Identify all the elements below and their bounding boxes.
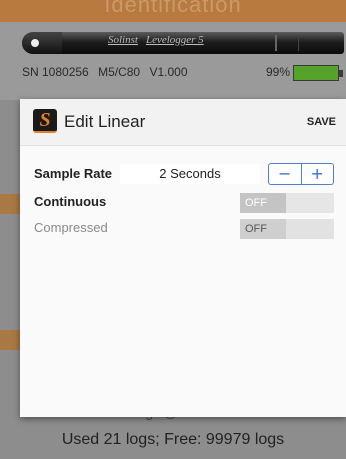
battery-percent: 99%	[266, 65, 291, 79]
battery-icon	[293, 65, 343, 81]
sample-rate-label: Sample Rate	[34, 166, 113, 181]
model-code: M5/C80	[98, 65, 141, 79]
compressed-label: Compressed	[34, 220, 108, 235]
logger-dot	[31, 39, 39, 47]
logger-brand-text: Solinst Levelogger 5	[108, 34, 204, 46]
screen-header: Identification	[0, 0, 346, 22]
continuous-label: Continuous	[34, 194, 107, 209]
screen-title: Identification	[104, 0, 242, 17]
continuous-toggle[interactable]: OFF	[240, 193, 334, 213]
dialog-title: Edit Linear	[64, 112, 146, 131]
compressed-toggle[interactable]: OFF	[240, 219, 334, 239]
log-usage-status: Used 21 logs; Free: 99979 logs	[61, 431, 285, 448]
device-info: SN 1080256 M5/C80 V1.000	[22, 65, 194, 79]
device-panel: Solinst Levelogger 5 SN 1080256 M5/C80 V1…	[0, 22, 346, 100]
decrement-button[interactable]: −	[269, 164, 301, 184]
firmware-version: V1.000	[149, 65, 188, 79]
serial-number: SN 1080256	[22, 65, 89, 79]
increment-button[interactable]: +	[302, 164, 334, 184]
edit-linear-dialog: S Edit Linear SAVE Sample Rate 2 Seconds…	[20, 99, 346, 417]
dialog-header: S Edit Linear SAVE	[20, 99, 346, 146]
sample-rate-stepper: − +	[268, 163, 334, 185]
logger-cap	[22, 32, 62, 54]
continuous-toggle-state: OFF	[240, 193, 286, 213]
sample-rate-value[interactable]: 2 Seconds	[120, 164, 260, 184]
logger-image: Solinst Levelogger 5	[22, 32, 344, 54]
app-logo-icon: S	[33, 109, 57, 133]
compressed-toggle-state: OFF	[240, 219, 286, 239]
save-button[interactable]: SAVE	[307, 116, 336, 128]
